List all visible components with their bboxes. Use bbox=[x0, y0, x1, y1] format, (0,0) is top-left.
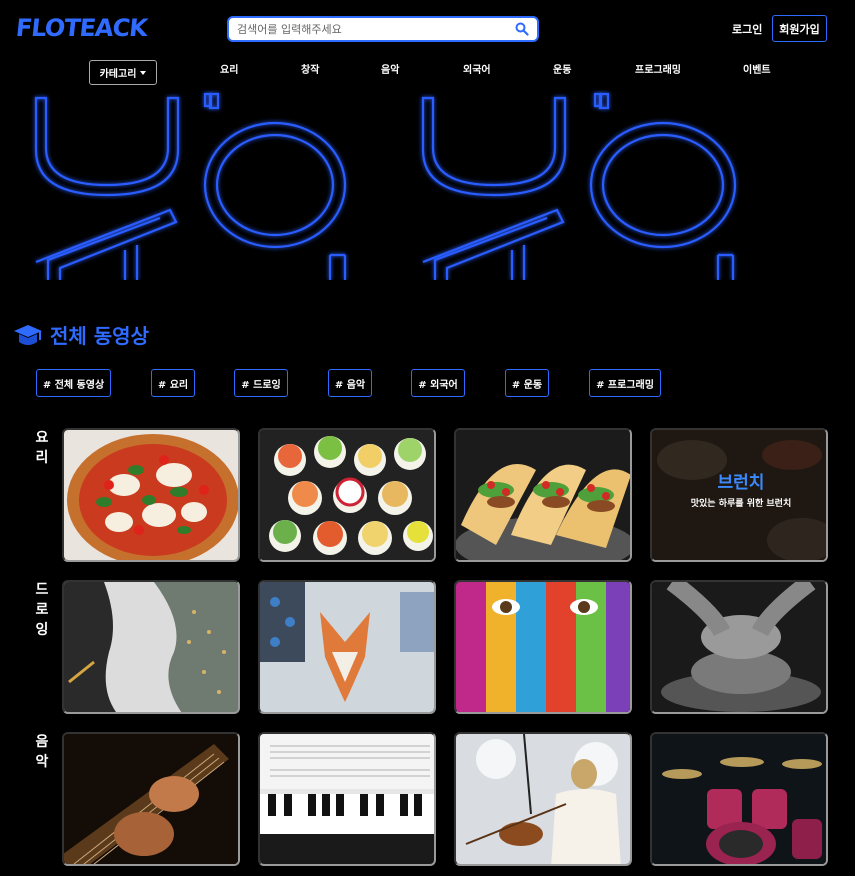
nav-item-exercise[interactable]: 운동 bbox=[553, 61, 571, 76]
video-card-ink-art[interactable] bbox=[62, 580, 240, 714]
section-header: 전체 동영상 bbox=[12, 320, 149, 349]
tag-exercise[interactable]: # 운동 bbox=[505, 369, 549, 397]
video-card-piano[interactable] bbox=[258, 732, 436, 866]
video-card-pizza[interactable] bbox=[62, 428, 240, 562]
violin-image bbox=[456, 734, 630, 864]
fox-watercolor-image bbox=[260, 582, 434, 712]
video-card-guitar[interactable] bbox=[62, 732, 240, 866]
tag-programming[interactable]: # 프로그래밍 bbox=[589, 369, 661, 397]
video-card-sushi[interactable] bbox=[258, 428, 436, 562]
row-label-cooking: 요리 bbox=[35, 430, 49, 466]
card-subtitle: 맛있는 하루를 위한 브런치 bbox=[690, 499, 792, 509]
drums-image bbox=[652, 734, 826, 864]
row-label-drawing: 드로잉 bbox=[35, 582, 49, 638]
search-icon[interactable] bbox=[515, 22, 529, 36]
section-title: 전체 동영상 bbox=[50, 324, 149, 348]
nav-item-creation[interactable]: 창작 bbox=[301, 61, 319, 76]
video-card-face-paint[interactable] bbox=[454, 580, 632, 714]
nav-item-cooking[interactable]: 요리 bbox=[220, 61, 238, 76]
nav-item-programming[interactable]: 프로그래밍 bbox=[635, 61, 681, 76]
sushi-image bbox=[260, 430, 434, 560]
pottery-image bbox=[652, 582, 826, 712]
face-paint-image bbox=[456, 582, 630, 712]
piano-image bbox=[260, 734, 434, 864]
video-card-fox[interactable] bbox=[258, 580, 436, 714]
login-button[interactable]: 로그인 bbox=[732, 21, 762, 37]
nav-item-event[interactable]: 이벤트 bbox=[743, 61, 771, 76]
tacos-image bbox=[456, 430, 630, 560]
hero-banner bbox=[0, 90, 855, 280]
tag-all[interactable]: # 전체 동영상 bbox=[36, 369, 111, 397]
tag-drawing[interactable]: # 드로잉 bbox=[234, 369, 288, 397]
logo[interactable]: FLOTEACK bbox=[15, 14, 149, 42]
card-title: 브런치 bbox=[717, 473, 765, 493]
video-card-pottery[interactable] bbox=[650, 580, 828, 714]
pizza-image bbox=[64, 430, 238, 560]
video-card-drums[interactable] bbox=[650, 732, 828, 866]
category-label: 카테고리 bbox=[99, 69, 137, 80]
nav-item-language[interactable]: 외국어 bbox=[463, 61, 491, 76]
tag-cooking[interactable]: # 요리 bbox=[151, 369, 195, 397]
row-label-music: 음악 bbox=[35, 734, 49, 770]
video-card-tacos[interactable] bbox=[454, 428, 632, 562]
tag-language[interactable]: # 외국어 bbox=[411, 369, 465, 397]
search-bar[interactable] bbox=[227, 16, 539, 42]
neon-lettering bbox=[34, 92, 737, 280]
signup-button[interactable]: 회원가입 bbox=[772, 15, 827, 42]
chevron-down-icon bbox=[140, 70, 147, 75]
search-input[interactable] bbox=[237, 18, 507, 41]
ink-art-image bbox=[64, 582, 238, 712]
video-card-brunch[interactable]: 브런치 맛있는 하루를 위한 브런치 bbox=[650, 428, 828, 562]
nav-item-music[interactable]: 음악 bbox=[381, 61, 399, 76]
video-card-violin[interactable] bbox=[454, 732, 632, 866]
guitar-image bbox=[64, 734, 238, 864]
tag-music[interactable]: # 음악 bbox=[328, 369, 372, 397]
graduation-cap-icon bbox=[14, 324, 42, 345]
category-dropdown[interactable]: 카테고리 bbox=[89, 60, 157, 85]
